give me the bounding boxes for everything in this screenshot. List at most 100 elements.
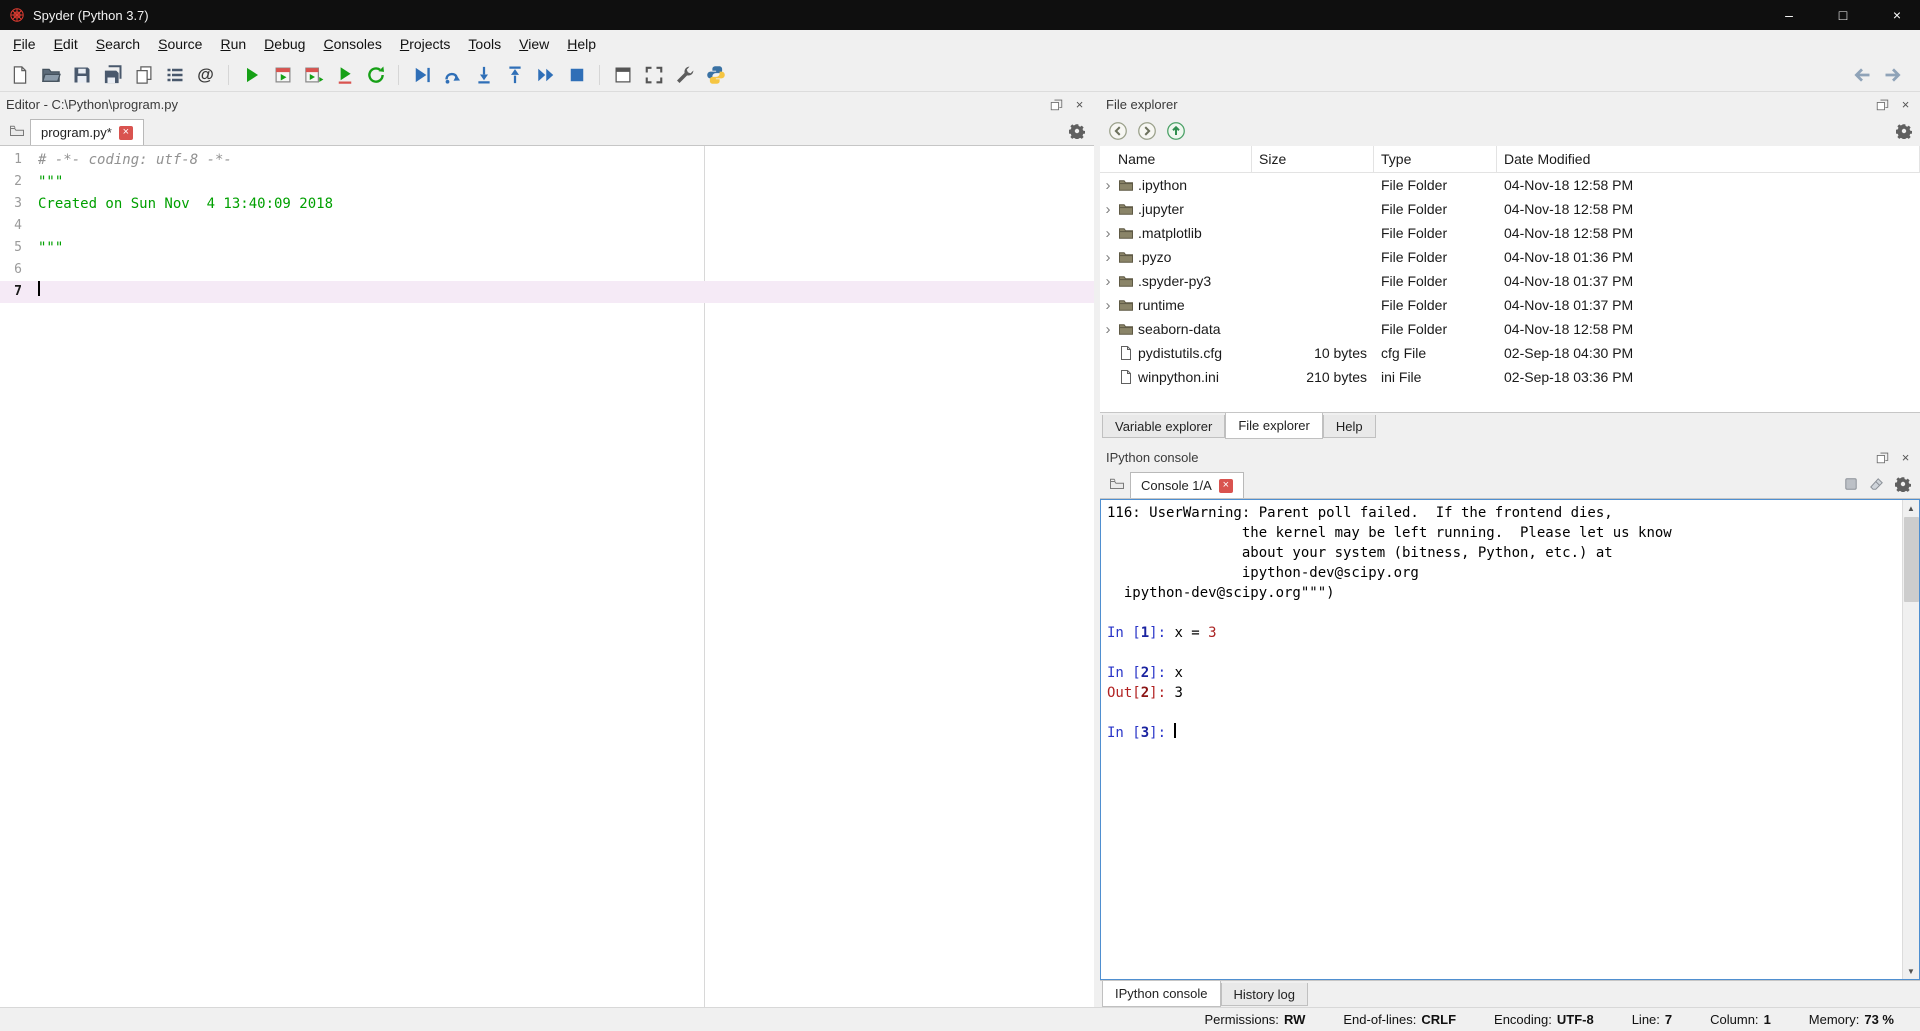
file-row[interactable]: ›.jupyter File Folder 04-Nov-18 12:58 PM xyxy=(1100,197,1920,221)
file-switcher-button[interactable] xyxy=(130,61,157,88)
column-header-type[interactable]: Type xyxy=(1374,146,1497,172)
maximize-pane-button[interactable] xyxy=(609,61,636,88)
column-header-date-modified[interactable]: Date Modified xyxy=(1497,146,1920,172)
expand-chevron-icon[interactable]: › xyxy=(1102,298,1114,313)
expand-chevron-icon[interactable]: › xyxy=(1102,178,1114,193)
console-options-button[interactable] xyxy=(1890,472,1916,496)
scroll-up-icon[interactable]: ▲ xyxy=(1903,500,1919,516)
symbol-finder-button[interactable]: @ xyxy=(192,61,219,88)
column-header-size[interactable]: Size xyxy=(1252,146,1374,172)
open-file-button[interactable] xyxy=(37,61,64,88)
expand-chevron-icon[interactable]: › xyxy=(1102,274,1114,289)
save-all-button[interactable] xyxy=(99,61,126,88)
file-row[interactable]: ›pydistutils.cfg 10 bytes cfg File 02-Se… xyxy=(1100,341,1920,365)
column-header-name[interactable]: Name xyxy=(1100,146,1252,172)
outline-explorer-button[interactable] xyxy=(161,61,188,88)
minimize-button[interactable]: – xyxy=(1766,0,1812,30)
console-scrollbar[interactable]: ▲ ▼ xyxy=(1902,500,1919,979)
file-row[interactable]: ›.matplotlib File Folder 04-Nov-18 12:58… xyxy=(1100,221,1920,245)
menu-help[interactable]: Help xyxy=(558,32,605,56)
file-name: pydistutils.cfg xyxy=(1138,345,1222,361)
close-console-pane-button[interactable]: × xyxy=(1897,449,1914,466)
editor-options-button[interactable] xyxy=(1064,119,1090,143)
code-editor[interactable]: 1# -*- coding: utf-8 -*- 2""" 3Created o… xyxy=(0,146,1094,1007)
in-prompt: In [ xyxy=(1107,663,1141,683)
browse-tabs-button[interactable] xyxy=(4,119,30,143)
expand-chevron-icon[interactable]: › xyxy=(1102,226,1114,241)
tab-console-1a[interactable]: Console 1/A × xyxy=(1130,472,1244,498)
run-cell-button[interactable] xyxy=(269,61,296,88)
clear-console-button[interactable] xyxy=(1864,472,1890,496)
undock-explorer-button[interactable] xyxy=(1874,96,1891,113)
menu-edit[interactable]: Edit xyxy=(45,32,87,56)
menu-tools[interactable]: Tools xyxy=(459,32,510,56)
scroll-down-icon[interactable]: ▼ xyxy=(1903,963,1919,979)
step-over-button[interactable] xyxy=(439,61,466,88)
run-file-button[interactable] xyxy=(238,61,265,88)
python-path-button[interactable] xyxy=(702,61,729,88)
tab-ipython-console[interactable]: IPython console xyxy=(1102,981,1221,1007)
menu-debug[interactable]: Debug xyxy=(255,32,314,56)
python-logo-icon xyxy=(706,65,726,85)
step-into-button[interactable] xyxy=(470,61,497,88)
run-cell-advance-button[interactable] xyxy=(300,61,327,88)
menu-file[interactable]: File xyxy=(4,32,45,56)
file-row[interactable]: ›seaborn-data File Folder 04-Nov-18 12:5… xyxy=(1100,317,1920,341)
fullscreen-button[interactable] xyxy=(640,61,667,88)
close-window-button[interactable]: × xyxy=(1874,0,1920,30)
explorer-options-button[interactable] xyxy=(1896,123,1912,139)
previous-directory-button[interactable] xyxy=(1108,121,1128,141)
expand-chevron-icon[interactable]: › xyxy=(1102,250,1114,265)
file-row[interactable]: ›.spyder-py3 File Folder 04-Nov-18 01:37… xyxy=(1100,269,1920,293)
maximize-button[interactable]: □ xyxy=(1820,0,1866,30)
tab-file-explorer[interactable]: File explorer xyxy=(1225,413,1323,439)
stop-debug-button[interactable] xyxy=(563,61,590,88)
tab-program-py[interactable]: program.py* × xyxy=(30,119,144,145)
eraser-icon xyxy=(1869,476,1885,492)
preferences-button[interactable] xyxy=(671,61,698,88)
close-editor-pane-button[interactable]: × xyxy=(1071,96,1088,113)
restart-kernel-button[interactable] xyxy=(362,61,389,88)
undock-console-button[interactable] xyxy=(1874,449,1891,466)
menu-source[interactable]: Source xyxy=(149,32,211,56)
save-button[interactable] xyxy=(68,61,95,88)
menu-projects[interactable]: Projects xyxy=(391,32,460,56)
step-return-button[interactable] xyxy=(501,61,528,88)
menu-consoles[interactable]: Consoles xyxy=(314,32,390,56)
console-content[interactable]: 116: UserWarning: Parent poll failed. If… xyxy=(1100,499,1920,980)
editor-tab-bar: program.py* × xyxy=(0,116,1094,146)
forward-button[interactable] xyxy=(1879,61,1906,88)
run-selection-button[interactable] xyxy=(331,61,358,88)
new-file-button[interactable] xyxy=(6,61,33,88)
menu-search[interactable]: Search xyxy=(87,32,149,56)
close-explorer-pane-button[interactable]: × xyxy=(1897,96,1914,113)
continue-button[interactable] xyxy=(532,61,559,88)
file-row[interactable]: ›winpython.ini 210 bytes ini File 02-Sep… xyxy=(1100,365,1920,389)
back-button[interactable] xyxy=(1848,61,1875,88)
file-row[interactable]: ›.ipython File Folder 04-Nov-18 12:58 PM xyxy=(1100,173,1920,197)
close-tab-icon[interactable]: × xyxy=(119,126,133,140)
tab-help[interactable]: Help xyxy=(1323,415,1376,438)
parent-directory-button[interactable] xyxy=(1166,121,1186,141)
debug-file-button[interactable] xyxy=(408,61,435,88)
file-row[interactable]: ›.pyzo File Folder 04-Nov-18 01:36 PM xyxy=(1100,245,1920,269)
interrupt-kernel-button[interactable] xyxy=(1838,472,1864,496)
forward-arrow-icon xyxy=(1883,65,1903,85)
console-active-input-line[interactable]: In [3]: xyxy=(1107,723,1902,743)
undock-editor-button[interactable] xyxy=(1048,96,1065,113)
code-line: 1# -*- coding: utf-8 -*- xyxy=(0,149,1094,171)
next-directory-button[interactable] xyxy=(1137,121,1157,141)
back-circle-icon xyxy=(1108,121,1128,141)
close-tab-icon[interactable]: × xyxy=(1219,479,1233,493)
expand-chevron-icon[interactable]: › xyxy=(1102,322,1114,337)
tab-history-log[interactable]: History log xyxy=(1221,983,1308,1006)
tab-variable-explorer[interactable]: Variable explorer xyxy=(1102,415,1225,438)
console-output[interactable]: 116: UserWarning: Parent poll failed. If… xyxy=(1101,500,1902,979)
file-row[interactable]: ›runtime File Folder 04-Nov-18 01:37 PM xyxy=(1100,293,1920,317)
console-tab-bar: Console 1/A × xyxy=(1100,469,1920,499)
expand-chevron-icon[interactable]: › xyxy=(1102,202,1114,217)
browse-consoles-button[interactable] xyxy=(1104,472,1130,496)
menu-view[interactable]: View xyxy=(510,32,558,56)
scrollbar-thumb[interactable] xyxy=(1904,517,1919,602)
menu-run[interactable]: Run xyxy=(211,32,255,56)
